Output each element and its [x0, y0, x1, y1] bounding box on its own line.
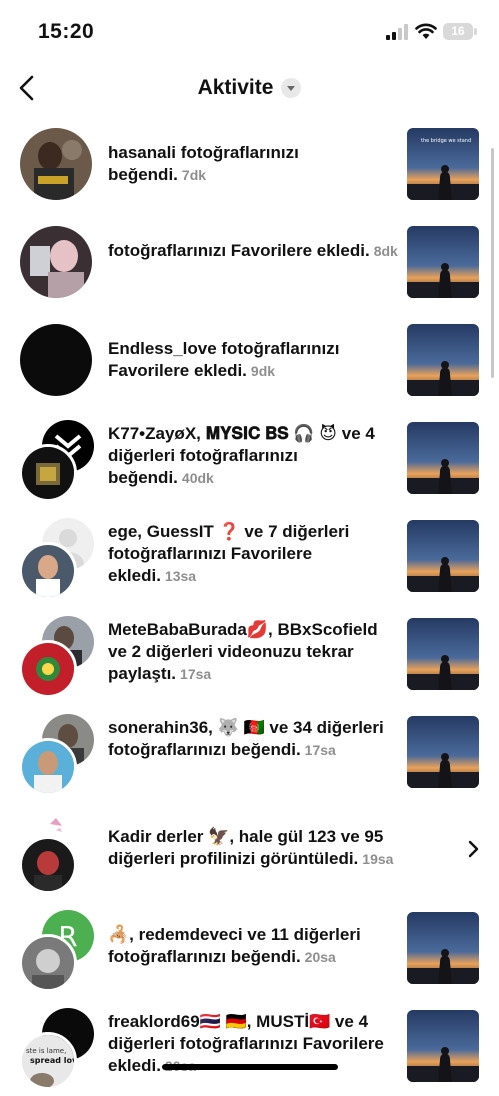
- list-item[interactable]: fotoğraflarınızı Favorilere ekledi. 8dk: [0, 214, 499, 312]
- activity-message: fotoğraflarınızı Favorilere ekledi.: [108, 241, 370, 260]
- activity-text: ege, GuessIT ❓ ve 7 diğerleri fotoğrafla…: [108, 521, 398, 587]
- battery-cap: [474, 28, 477, 35]
- activity-time: 13sa: [164, 568, 197, 584]
- activity-message: K77•ZayøX, 𝐌𝐘𝐒𝐈𝐂 𝐁𝐒 🎧 😈 ve 4 diğerleri f…: [108, 424, 375, 487]
- avatar[interactable]: [19, 934, 77, 992]
- activity-text: 🦂, redemdeveci ve 11 diğerleri fotoğrafl…: [108, 924, 398, 968]
- post-thumbnail[interactable]: [407, 618, 479, 690]
- page-title[interactable]: Aktivite: [198, 76, 274, 99]
- activity-time: 9dk: [250, 363, 276, 379]
- activity-time: 19sa: [362, 851, 394, 867]
- post-thumbnail[interactable]: [407, 422, 479, 494]
- activity-time: 20sa: [304, 949, 336, 965]
- title-wrap[interactable]: Aktivite: [0, 76, 499, 100]
- avatar-caption: spread love: [30, 1056, 74, 1065]
- post-thumbnail[interactable]: [407, 912, 479, 984]
- cellular-signal-icon: [386, 24, 408, 40]
- avatar[interactable]: [19, 444, 77, 502]
- list-item[interactable]: hasanali fotoğraflarınızı beğendi. 7dk th…: [0, 116, 499, 214]
- post-thumbnail[interactable]: [407, 1010, 479, 1082]
- post-thumbnail[interactable]: [407, 716, 479, 788]
- avatar[interactable]: [20, 226, 92, 298]
- post-thumbnail[interactable]: [407, 226, 479, 298]
- activity-text: Endless_love fotoğraflarınızı Favorilere…: [108, 338, 398, 382]
- list-item[interactable]: Kadir derler 🦅, hale gül 123 ve 95 diğer…: [0, 802, 499, 900]
- header: Aktivite: [0, 62, 499, 116]
- avatar[interactable]: [19, 640, 77, 698]
- home-indicator[interactable]: [162, 1064, 338, 1070]
- avatar[interactable]: [19, 542, 77, 600]
- activity-time: 7dk: [181, 167, 207, 183]
- battery-icon: 16: [443, 23, 473, 40]
- avatar[interactable]: [20, 324, 92, 396]
- post-thumbnail[interactable]: [407, 324, 479, 396]
- chevron-down-icon[interactable]: [281, 78, 302, 98]
- avatar[interactable]: [19, 738, 77, 796]
- avatar-caption: ste is lame,: [26, 1047, 66, 1055]
- thumb-caption: the bridge we stand: [421, 138, 471, 144]
- avatar[interactable]: ste is lame,spread love: [19, 1032, 77, 1090]
- wifi-icon: [415, 23, 437, 39]
- activity-time: 40dk: [181, 470, 214, 486]
- list-item[interactable]: sonerahin36, 🐺 🇦🇫 ve 34 diğerleri fotoğr…: [0, 704, 499, 802]
- list-item[interactable]: Endless_love fotoğraflarınızı Favorilere…: [0, 312, 499, 410]
- list-item[interactable]: K77•ZayøX, 𝐌𝐘𝐒𝐈𝐂 𝐁𝐒 🎧 😈 ve 4 diğerleri f…: [0, 410, 499, 508]
- activity-message: Endless_love fotoğraflarınızı Favorilere…: [108, 339, 340, 380]
- activity-message: MeteBabaBurada💋, BBxScofield ve 2 diğerl…: [108, 620, 378, 683]
- activity-text: sonerahin36, 🐺 🇦🇫 ve 34 diğerleri fotoğr…: [108, 717, 398, 761]
- activity-message: ege, GuessIT ❓ ve 7 diğerleri fotoğrafla…: [108, 522, 350, 585]
- list-item[interactable]: MeteBabaBurada💋, BBxScofield ve 2 diğerl…: [0, 606, 499, 704]
- activity-text: Kadir derler 🦅, hale gül 123 ve 95 diğer…: [108, 826, 398, 870]
- activity-message: Kadir derler 🦅, hale gül 123 ve 95 diğer…: [108, 827, 384, 868]
- list-item[interactable]: R 🦂, redemdeveci ve 11 diğerleri fotoğra…: [0, 900, 499, 998]
- activity-text: fotoğraflarınızı Favorilere ekledi. 8dk: [108, 240, 398, 262]
- post-thumbnail[interactable]: [407, 520, 479, 592]
- post-thumbnail[interactable]: the bridge we stand: [407, 128, 479, 200]
- status-bar: 15:20 16: [0, 0, 499, 62]
- avatar[interactable]: [20, 128, 92, 200]
- status-time: 15:20: [38, 20, 95, 43]
- activity-time: 8dk: [373, 243, 398, 259]
- chevron-right-icon[interactable]: [466, 840, 480, 858]
- activity-text: MeteBabaBurada💋, BBxScofield ve 2 diğerl…: [108, 619, 398, 685]
- activity-time: 17sa: [304, 742, 336, 758]
- activity-text: hasanali fotoğraflarınızı beğendi. 7dk: [108, 142, 398, 186]
- list-item[interactable]: ste is lame,spread love freaklord69🇹🇭 🇩🇪…: [0, 998, 499, 1096]
- activity-time: 17sa: [180, 666, 212, 682]
- avatar[interactable]: [19, 836, 77, 894]
- list-item[interactable]: ege, GuessIT ❓ ve 7 diğerleri fotoğrafla…: [0, 508, 499, 606]
- activity-message: sonerahin36, 🐺 🇦🇫 ve 34 diğerleri fotoğr…: [108, 718, 384, 759]
- activity-text: K77•ZayøX, 𝐌𝐘𝐒𝐈𝐂 𝐁𝐒 🎧 😈 ve 4 diğerleri f…: [108, 423, 398, 489]
